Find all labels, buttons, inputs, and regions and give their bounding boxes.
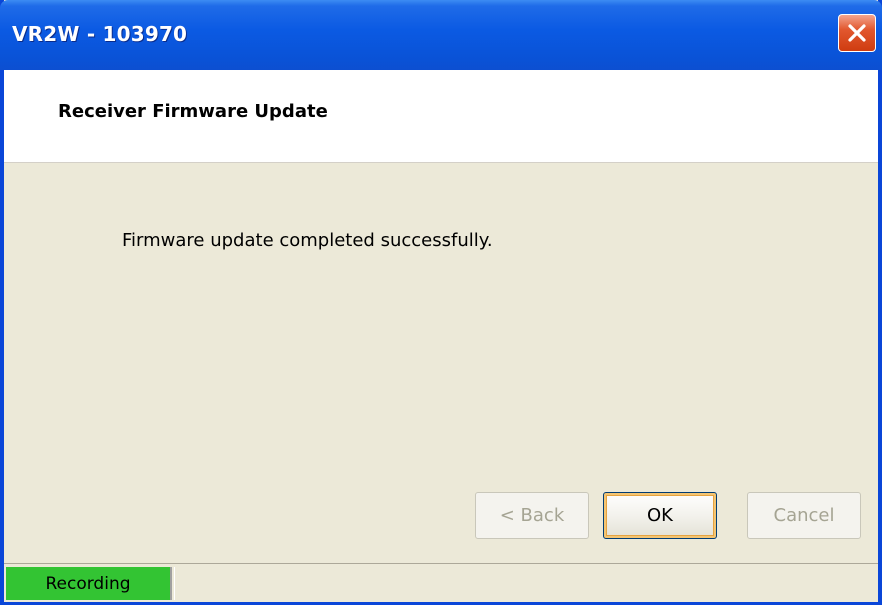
title-bar[interactable]: VR2W - 103970 <box>0 0 882 70</box>
status-message: Firmware update completed successfully. <box>122 230 493 251</box>
window-title: VR2W - 103970 <box>12 22 188 46</box>
close-button[interactable] <box>838 14 876 52</box>
recording-status-pane: Recording <box>6 567 172 600</box>
page-title: Receiver Firmware Update <box>58 101 328 122</box>
cancel-button[interactable]: Cancel <box>747 492 861 539</box>
close-icon <box>846 22 868 44</box>
recording-label: Recording <box>45 573 131 594</box>
status-pane <box>174 567 876 600</box>
firmware-update-dialog: VR2W - 103970 Receiver Firmware Update F… <box>0 0 882 605</box>
status-bar: Recording <box>4 563 878 602</box>
ok-button[interactable]: OK <box>603 492 717 539</box>
wizard-header: Receiver Firmware Update <box>4 70 878 163</box>
back-button[interactable]: < Back <box>475 492 589 539</box>
